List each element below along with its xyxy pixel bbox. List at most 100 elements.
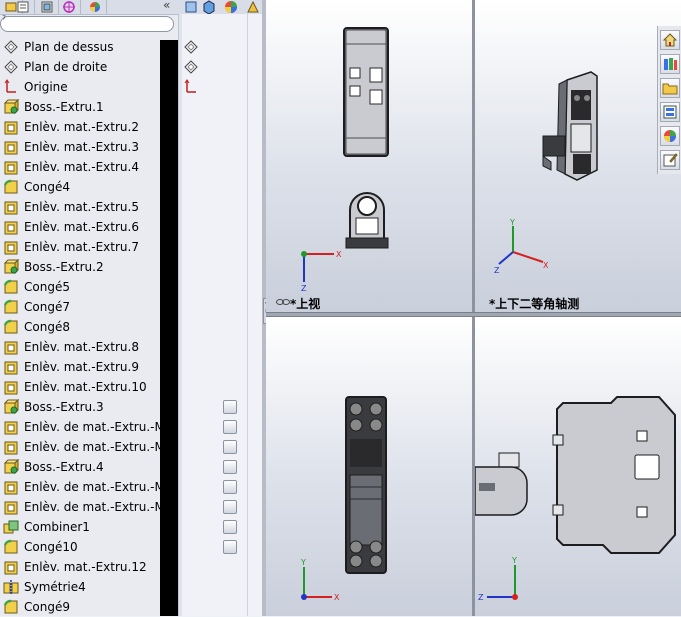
scene-icon[interactable] [246, 0, 260, 14]
plane-icon[interactable] [183, 39, 199, 55]
graphics-overflow-region [160, 40, 178, 616]
manager-tabs: « [0, 0, 178, 15]
appearance-icon[interactable] [224, 0, 238, 14]
viewport-side-view[interactable]: Y Z [475, 317, 681, 616]
tree-item-label: Boss.-Extru.4 [24, 460, 104, 474]
view-palette-button[interactable] [660, 102, 680, 122]
tree-item[interactable]: Congé4 [0, 177, 178, 197]
tree-item[interactable]: Enlèv. mat.-Extru.9 [0, 357, 178, 377]
axis-triad: X Z [301, 250, 342, 292]
toggle-box[interactable] [223, 520, 237, 534]
filter-icon: ⁷ [2, 15, 7, 26]
tree-item[interactable]: Congé10 [0, 537, 178, 557]
tree-item[interactable]: Plan de dessus [0, 37, 178, 57]
part-top-view-body [343, 27, 389, 157]
tree-item[interactable]: Enlèv. mat.-Extru.7 [0, 237, 178, 257]
design-library-button[interactable] [660, 54, 680, 74]
tree-item[interactable]: Plan de droite [0, 57, 178, 77]
property-manager-icon [17, 1, 29, 13]
viewport-horizontal-splitter[interactable] [266, 312, 681, 317]
tree-item[interactable]: Enlèv. mat.-Extru.8 [0, 337, 178, 357]
display-manager-icon [90, 2, 100, 12]
display-style-icon[interactable] [202, 0, 216, 14]
tree-item[interactable]: Enlèv. mat.-Extru.12 [0, 557, 178, 577]
boss-extrude-icon [3, 398, 20, 415]
tree-item-label: Congé9 [24, 600, 70, 614]
tree-filter-input[interactable]: ⁷ [0, 15, 174, 32]
home-button[interactable] [660, 30, 680, 50]
tree-item[interactable]: Boss.-Extru.1 [0, 97, 178, 117]
tree-item[interactable]: Congé9 [0, 597, 178, 617]
configuration-manager-icon [41, 1, 53, 13]
origin-icon[interactable] [183, 79, 199, 95]
tree-item[interactable]: Congé8 [0, 317, 178, 337]
viewport-label-top: *上视 [290, 297, 321, 311]
tab-display-manager[interactable] [84, 0, 107, 14]
tree-item[interactable]: Enlèv. de mat.-Extru.-Mince [0, 477, 178, 497]
tree-item-label: Origine [24, 80, 68, 94]
toggle-box[interactable] [223, 420, 237, 434]
toggle-box[interactable] [223, 400, 237, 414]
custom-properties-button[interactable] [660, 150, 680, 170]
collapse-chevron-icon[interactable]: « [163, 0, 170, 12]
file-explorer-button[interactable] [660, 78, 680, 98]
toggle-box[interactable] [223, 440, 237, 454]
cut-extrude-icon [3, 219, 19, 235]
triad-y-label: Y [509, 218, 515, 227]
viewport-top-view[interactable]: X Z *上视 [266, 0, 472, 312]
toggle-box[interactable] [223, 500, 237, 514]
view-toolbar [178, 0, 264, 14]
toggle-box[interactable] [223, 540, 237, 554]
cut-extrude-icon [3, 119, 19, 135]
task-pane-tabs [657, 26, 681, 174]
tree-item[interactable]: Boss.-Extru.2 [0, 257, 178, 277]
tree-item[interactable]: Origine [0, 77, 178, 97]
tree-item[interactable]: Enlèv. de mat.-Extru.-Mince [0, 497, 178, 517]
toggle-box[interactable] [223, 480, 237, 494]
tree-item[interactable]: Enlèv. mat.-Extru.5 [0, 197, 178, 217]
tree-item-label: Boss.-Extru.3 [24, 400, 104, 414]
tree-item[interactable]: Enlèv. mat.-Extru.4 [0, 157, 178, 177]
appearances-button[interactable] [660, 126, 680, 146]
plane-icon [3, 39, 19, 55]
viewport-front-view[interactable]: Y X [266, 317, 472, 616]
viewport-dimetric-view[interactable]: Y X Z *上下二等角轴测 [475, 0, 681, 312]
plane-icon[interactable] [183, 59, 199, 75]
part-side-view-clip [475, 452, 528, 516]
tab-configurationmanager[interactable] [36, 0, 59, 14]
tree-item-label: Enlèv. mat.-Extru.2 [24, 120, 139, 134]
tree-item[interactable]: Congé7 [0, 297, 178, 317]
tree-item-label: Enlèv. mat.-Extru.3 [24, 140, 139, 154]
tree-item[interactable]: Symétrie4 [0, 577, 178, 597]
cut-extrude-icon [3, 199, 19, 215]
tab-dimxpert[interactable] [58, 0, 81, 14]
tree-item-label: Congé8 [24, 320, 70, 334]
link-views-icon[interactable] [276, 298, 290, 306]
boss-extrude-icon [3, 458, 20, 475]
tree-item-label: Enlèv. mat.-Extru.4 [24, 160, 139, 174]
folder-icon [662, 83, 678, 95]
tab-propertymanager[interactable] [12, 0, 35, 14]
view-orientation-icon[interactable] [184, 0, 198, 14]
tree-item-label: Enlèv. mat.-Extru.5 [24, 200, 139, 214]
viewport-vertical-splitter[interactable] [472, 0, 475, 616]
triad-x-label: X [543, 261, 549, 270]
appearance-icon [664, 130, 676, 142]
tree-item[interactable]: Enlèv. de mat.-Extru.-Mince [0, 417, 178, 437]
tree-item[interactable]: Combiner1 [0, 517, 178, 537]
tree-item-label: Congé7 [24, 300, 70, 314]
tree-item[interactable]: Congé5 [0, 277, 178, 297]
boss-extrude-icon [3, 98, 20, 115]
tree-item[interactable]: Boss.-Extru.4 [0, 457, 178, 477]
tree-item-label: Combiner1 [24, 520, 90, 534]
tree-item[interactable]: Enlèv. mat.-Extru.3 [0, 137, 178, 157]
tree-item[interactable]: Enlèv. de mat.-Extru.-Mince [0, 437, 178, 457]
toggle-box[interactable] [223, 460, 237, 474]
triad-z-label: Z [301, 284, 307, 292]
tree-item[interactable]: Boss.-Extru.3 [0, 397, 178, 417]
tree-item[interactable]: Enlèv. mat.-Extru.10 [0, 377, 178, 397]
tree-item-label: Symétrie4 [24, 580, 86, 594]
tree-item[interactable]: Enlèv. mat.-Extru.6 [0, 217, 178, 237]
home-icon [662, 33, 678, 47]
tree-item[interactable]: Enlèv. mat.-Extru.2 [0, 117, 178, 137]
